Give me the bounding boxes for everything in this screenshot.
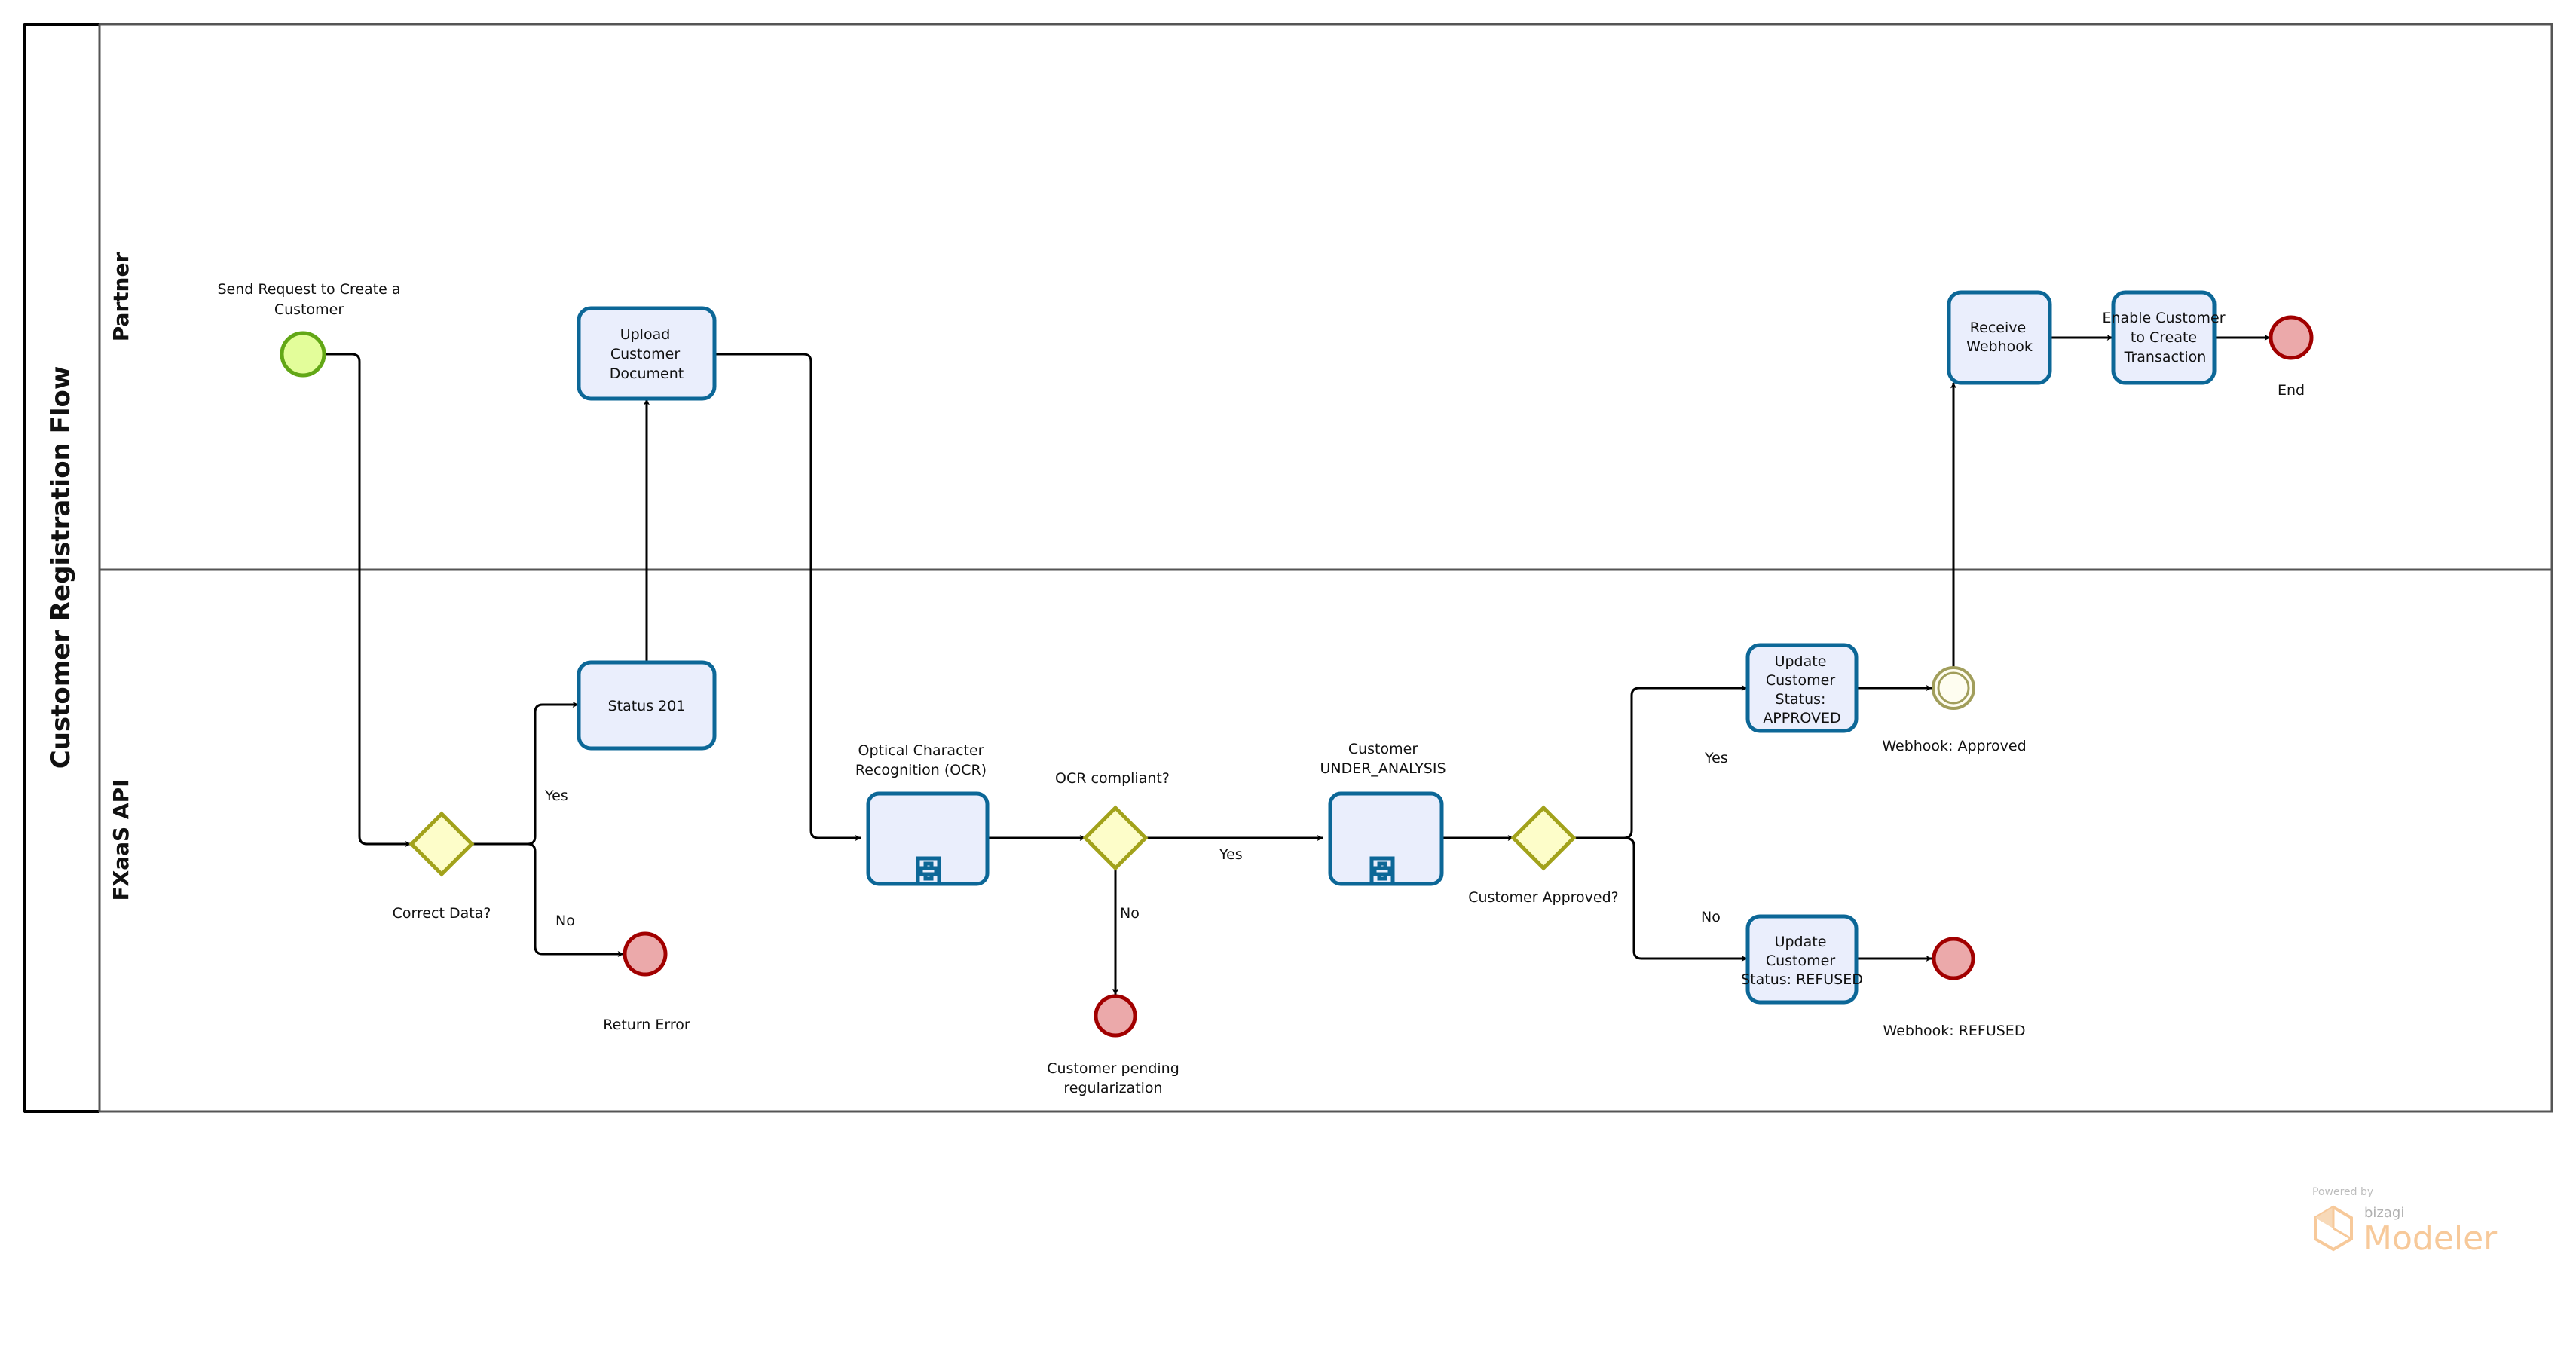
task-refused-line1: Update bbox=[1775, 934, 1827, 950]
task-status-201[interactable]: Status 201 bbox=[577, 660, 717, 751]
task-enable-line1: Enable Customer bbox=[2102, 310, 2225, 326]
bpmn-diagram: Customer Registration Flow Partner FXaaS… bbox=[23, 23, 2553, 1258]
task-enable-customer[interactable]: Enable Customer to Create Transaction bbox=[2102, 290, 2226, 385]
watermark-powered-by: Powered by bbox=[2312, 1186, 2373, 1198]
gateway-customer-approved-label: Customer Approved? bbox=[1468, 889, 1619, 906]
expand-subprocess-icon[interactable] bbox=[916, 856, 941, 886]
task-receive-line2: Webhook bbox=[1966, 338, 2033, 355]
watermark-brand: bizagi bbox=[2364, 1205, 2404, 1221]
flow-label-ocr-yes: Yes bbox=[1219, 846, 1243, 863]
subprocess-under-analysis[interactable]: Customer UNDER_ANALYSIS bbox=[1320, 741, 1446, 886]
flow-label-approved-yes: Yes bbox=[1704, 750, 1728, 766]
pool-title: Customer Registration Flow bbox=[46, 366, 76, 769]
bizagi-cube-icon bbox=[2314, 1205, 2353, 1252]
watermark-product: Modeler bbox=[2363, 1219, 2498, 1258]
task-upload-line2: Customer bbox=[610, 346, 680, 362]
end-event-webhook-refused-label: Webhook: REFUSED bbox=[1883, 1023, 2026, 1039]
lane-label-partner: Partner bbox=[109, 252, 133, 342]
task-upload-customer-document[interactable]: Upload Customer Document bbox=[577, 306, 717, 401]
task-receive-line1: Receive bbox=[1970, 320, 2026, 336]
task-approved-line4: APPROVED bbox=[1763, 710, 1840, 726]
end-event-end-label: End bbox=[2278, 382, 2305, 399]
gateway-ocr-compliant-label: OCR compliant? bbox=[1055, 770, 1170, 787]
intermediate-event-webhook-approved-label: Webhook: Approved bbox=[1882, 738, 2026, 754]
task-status-201-label: Status 201 bbox=[608, 698, 686, 714]
flow-label-ocr-no: No bbox=[1120, 905, 1140, 922]
lane-fxaas-api[interactable]: FXaaS API bbox=[109, 779, 133, 901]
subprocess-analysis-label-line2: UNDER_ANALYSIS bbox=[1320, 760, 1446, 777]
gateway-correct-data-label: Correct Data? bbox=[393, 905, 491, 922]
pool[interactable]: Customer Registration Flow bbox=[23, 23, 2553, 1113]
start-event-label-line2: Customer bbox=[274, 301, 344, 318]
start-event-label-line1: Send Request to Create a bbox=[217, 281, 400, 298]
task-receive-webhook[interactable]: Receive Webhook bbox=[1947, 290, 2052, 385]
end-event-return-error-label: Return Error bbox=[603, 1017, 690, 1033]
lane-label-fxaas-api: FXaaS API bbox=[109, 779, 133, 901]
task-approved-line1: Update bbox=[1775, 653, 1827, 670]
flow-label-correct-yes: Yes bbox=[544, 787, 568, 804]
task-update-status-refused[interactable]: Update Customer Status: REFUSED bbox=[1741, 914, 1863, 1005]
task-update-status-approved[interactable]: Update Customer Status: APPROVED bbox=[1745, 643, 1859, 733]
task-enable-line2: to Create bbox=[2131, 329, 2197, 346]
task-approved-line2: Customer bbox=[1766, 672, 1835, 689]
subprocess-ocr-label-line1: Optical Character bbox=[858, 742, 984, 759]
flow-label-approved-no: No bbox=[1701, 909, 1721, 925]
task-approved-line3: Status: bbox=[1776, 691, 1826, 708]
task-enable-line3: Transaction bbox=[2124, 349, 2207, 365]
lane-partner[interactable]: Partner bbox=[109, 252, 133, 342]
task-refused-line3: Status: REFUSED bbox=[1741, 971, 1863, 988]
flow-label-correct-no: No bbox=[555, 913, 575, 929]
task-upload-line3: Document bbox=[610, 365, 684, 382]
watermark-logo: Powered by bizagi Modeler bbox=[2312, 1186, 2498, 1258]
task-upload-line1: Upload bbox=[620, 326, 671, 343]
expand-subprocess-icon[interactable] bbox=[1369, 856, 1395, 886]
subprocess-ocr-label-line2: Recognition (OCR) bbox=[855, 762, 987, 778]
end-event-customer-pending-line2: regularization bbox=[1063, 1080, 1162, 1096]
subprocess-ocr[interactable]: Optical Character Recognition (OCR) bbox=[855, 742, 990, 886]
end-event-customer-pending-line1: Customer pending bbox=[1047, 1060, 1179, 1077]
subprocess-analysis-label-line1: Customer bbox=[1348, 741, 1418, 757]
task-refused-line2: Customer bbox=[1766, 953, 1835, 969]
